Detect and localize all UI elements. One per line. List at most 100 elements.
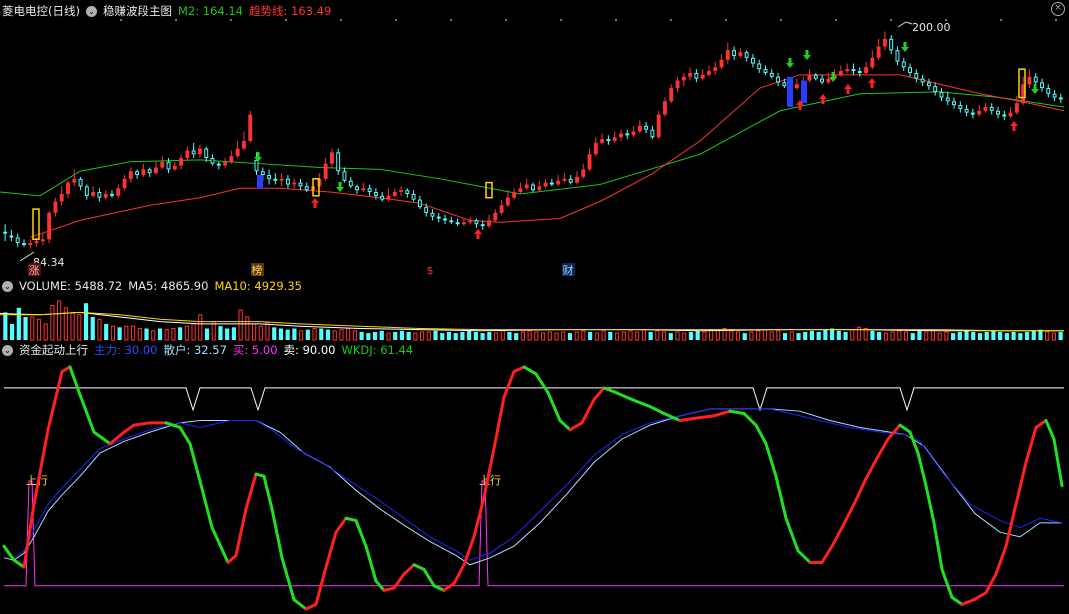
wkdj-segment [994, 544, 1008, 576]
volume-bar [749, 331, 754, 341]
candle-body [1046, 88, 1051, 94]
candle-body [813, 74, 818, 79]
buy-arrow-icon [844, 84, 852, 94]
wkdj-segment [678, 416, 698, 422]
volume-bar [30, 316, 35, 341]
volume-bar [50, 305, 55, 341]
wkdj-segment [412, 563, 426, 571]
candle-body [91, 192, 96, 196]
candle-body [750, 57, 755, 64]
volume-bar [1045, 331, 1050, 341]
sell-arrow-icon [1031, 84, 1039, 94]
wkdj-segment [742, 412, 758, 427]
volume-bar [406, 331, 411, 340]
candle-body [15, 237, 20, 244]
candle-body [260, 171, 265, 176]
candle-body [631, 131, 636, 136]
volume-toggle-button[interactable]: ⌄ [2, 280, 13, 292]
candle-body [487, 220, 491, 227]
volume-bar [601, 330, 606, 341]
buy-line [4, 480, 1064, 587]
main-chart-panel[interactable]: 84.34 200.00 涨榜 $ 财 菱电电控(日线) ⌄ 稳赚波段主图 M2: 16… [0, 0, 1069, 277]
wkdj-segment [950, 595, 964, 606]
volume-bar [359, 331, 364, 340]
volume-bar [823, 329, 828, 340]
volume-bar [883, 332, 888, 341]
indicator-legend: ⌄ 资金起动上行 主力: 30.00 散户: 32.57 买: 5.00 卖: … [2, 342, 413, 358]
candle-body [493, 212, 498, 221]
volume-bar [278, 328, 284, 340]
zl-value: 主力: 30.00 [94, 343, 158, 357]
candle-body [738, 52, 743, 56]
indicator2-toggle-button[interactable]: ⌄ [2, 344, 13, 356]
wkdj-segment [502, 370, 516, 399]
candle-body [908, 67, 912, 73]
stock-title: 菱电电控(日线) [2, 4, 80, 18]
wkdj-segment [210, 526, 230, 564]
candle-body [122, 178, 127, 189]
volume-bar [36, 318, 42, 341]
candle-body [556, 180, 561, 185]
candle-body [273, 178, 278, 181]
candle-body [424, 207, 429, 213]
candle-body [361, 188, 366, 191]
wkdj-segment [908, 430, 920, 455]
wkdj-segment [280, 556, 296, 602]
volume-bar [776, 330, 781, 341]
wkdj-segment [852, 477, 868, 506]
wkdj-segment [472, 495, 486, 539]
wkdj-segment [78, 393, 96, 434]
volume-bar [574, 331, 579, 341]
candle-body [958, 105, 963, 109]
candle-body [267, 175, 272, 179]
close-icon[interactable]: × [1051, 2, 1065, 16]
wkdj-segment [1044, 418, 1056, 441]
signal-dot [395, 19, 397, 21]
wkdj-segment [728, 409, 746, 416]
volume-bar [937, 332, 942, 341]
indicator-title[interactable]: 稳赚波段主图 [103, 3, 172, 19]
volume-bar [386, 332, 391, 341]
candle-body [254, 159, 259, 172]
wkdj-segment [984, 572, 998, 595]
candle-body [22, 243, 26, 245]
volume-bar [473, 331, 478, 340]
volume-bar [621, 331, 626, 341]
indicator-panel[interactable]: 上行上行 ⌄ 资金起动上行 主力: 30.00 散户: 32.57 买: 5.0… [0, 341, 1069, 614]
volume-bar [225, 328, 230, 340]
volume-bar [944, 331, 949, 341]
volume-bar [668, 333, 673, 340]
signal-dot [1000, 19, 1002, 21]
candle-body [562, 178, 567, 181]
candle-body [110, 193, 114, 196]
volume-bar [198, 314, 203, 341]
wkdj-segment [304, 602, 318, 611]
indicator2-title[interactable]: 资金起动上行 [19, 342, 88, 358]
signal-dot [230, 19, 232, 21]
wkdj-segment [46, 370, 64, 432]
volume-bar [809, 330, 815, 340]
volume-bar [23, 317, 28, 340]
volume-bar [991, 330, 996, 340]
candle-body [845, 69, 850, 72]
candle-body [480, 224, 485, 227]
indicator-toggle-button[interactable]: ⌄ [85, 5, 97, 17]
volume-bar [930, 330, 936, 341]
sell-arrow-icon [336, 182, 344, 192]
wkdj-segment [244, 472, 258, 511]
volume-bar [43, 323, 48, 341]
candle-body [952, 101, 956, 106]
volume-bar [957, 331, 962, 340]
volume-panel[interactable]: ⌄ VOLUME: 5488.72 MA5: 4865.90 MA10: 492… [0, 277, 1069, 341]
volume-bar [594, 332, 599, 341]
volume-bar [446, 331, 452, 340]
wkdj-segment [354, 519, 368, 548]
candle-body [977, 110, 982, 115]
wkdj-segment [754, 423, 768, 446]
candle-body [901, 61, 906, 68]
volume-bar [890, 331, 895, 341]
candle-body [191, 150, 196, 155]
candle-body [279, 178, 284, 181]
candle-body [970, 112, 975, 115]
candle-body [329, 152, 334, 164]
